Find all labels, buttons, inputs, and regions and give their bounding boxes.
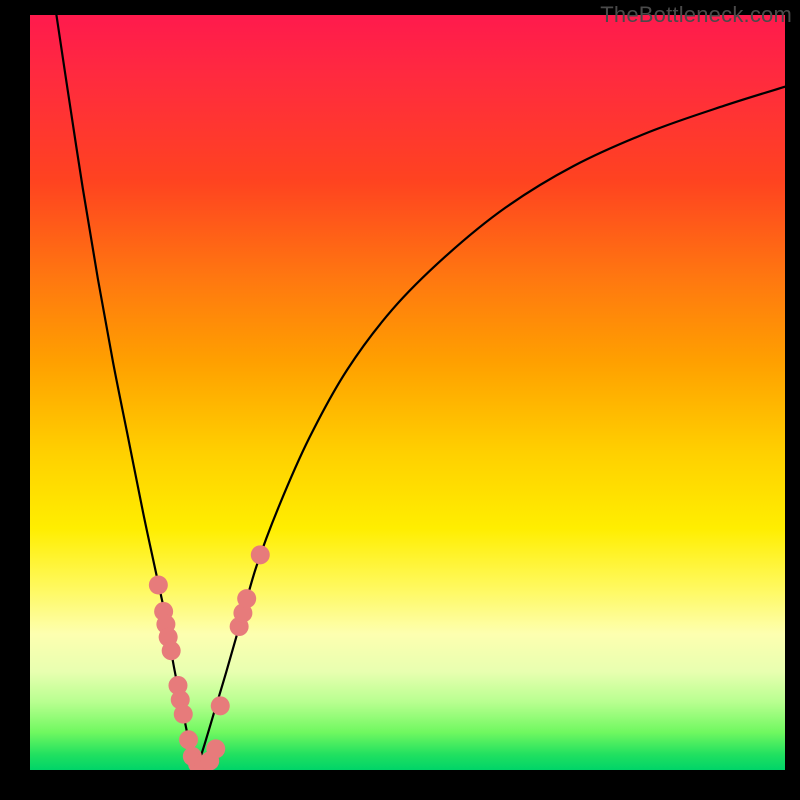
data-marker (206, 739, 225, 758)
watermark-text: TheBottleneck.com (600, 2, 792, 28)
data-marker (237, 589, 256, 608)
curve-right (196, 87, 785, 770)
data-marker (179, 730, 198, 749)
data-marker (211, 696, 230, 715)
data-marker (174, 705, 193, 724)
data-marker (251, 545, 270, 564)
plot-area (30, 15, 785, 770)
chart-frame: TheBottleneck.com (0, 0, 800, 800)
chart-svg (30, 15, 785, 770)
data-marker (162, 641, 181, 660)
data-marker (149, 576, 168, 595)
